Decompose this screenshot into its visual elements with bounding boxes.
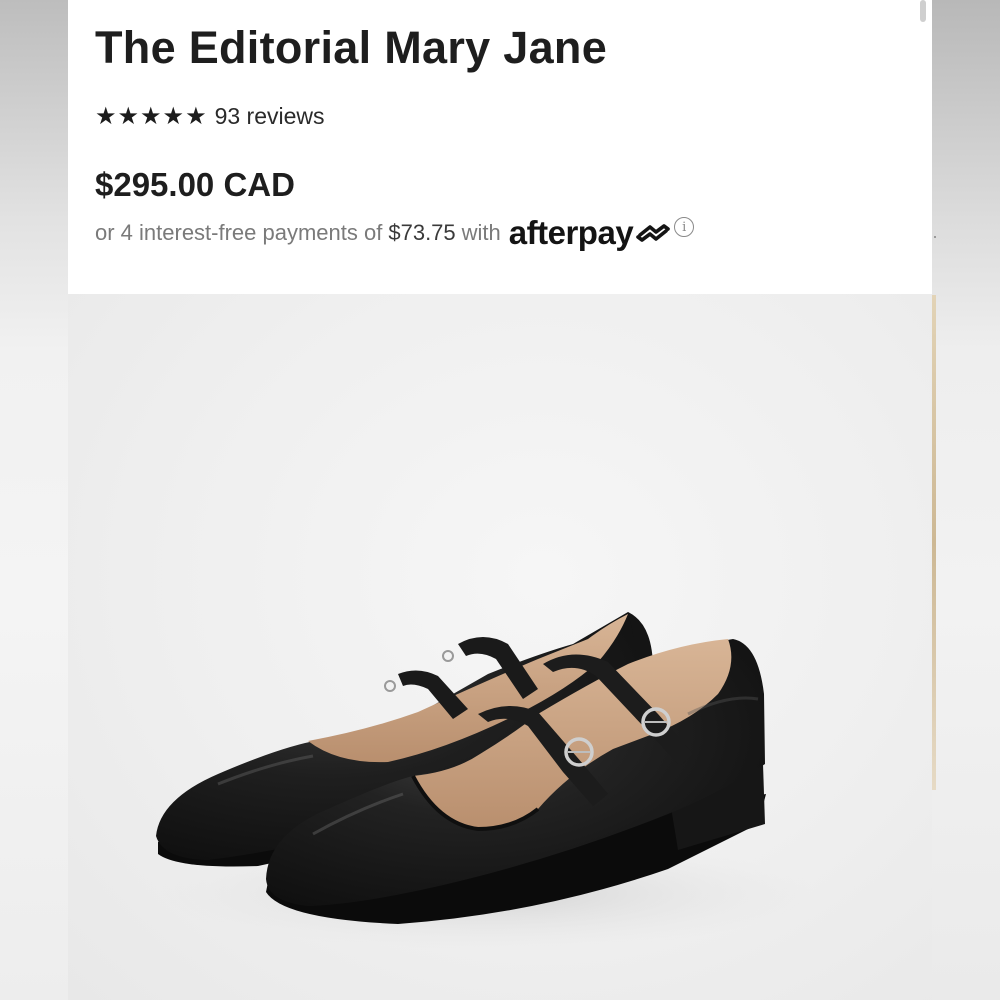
scroll-indicator[interactable] [920,0,926,22]
star-icon: ★ [140,102,162,130]
afterpay-installments: or 4 interest-free payments of $73.75 wi… [95,214,695,252]
info-icon[interactable]: i [674,217,695,237]
product-image [156,612,818,949]
screen: The Editorial Mary Jane ★ ★ ★ ★ ★ 93 rev… [0,0,1000,1000]
blurred-backdrop-right [932,0,1000,1000]
star-icon: ★ [162,102,185,130]
star-rating: ★ ★ ★ ★ ★ [95,102,207,130]
afterpay-arrows-icon [636,224,670,242]
installments-prefix: or 4 interest-free payments of [95,220,383,245]
star-icon: ★ [95,102,117,130]
blurred-backdrop-left [0,0,68,1000]
product-title: The Editorial Mary Jane [95,22,608,73]
product-rating[interactable]: ★ ★ ★ ★ ★ 93 reviews [95,103,325,130]
afterpay-logo: afterpay [509,214,671,252]
star-icon: ★ [117,102,140,130]
installment-amount: $73.75 [388,220,456,245]
backdrop-accent-strip [932,295,936,790]
product-info-panel: The Editorial Mary Jane ★ ★ ★ ★ ★ 93 rev… [68,0,936,294]
afterpay-wordmark: afterpay [508,214,634,251]
product-image-area[interactable] [68,294,932,1000]
product-price: $295.00 CAD [95,166,295,203]
review-count-link[interactable]: 93 reviews [215,103,325,130]
star-icon: ★ [185,102,207,130]
installments-suffix: with [461,220,501,245]
decorative-dot [934,236,936,238]
